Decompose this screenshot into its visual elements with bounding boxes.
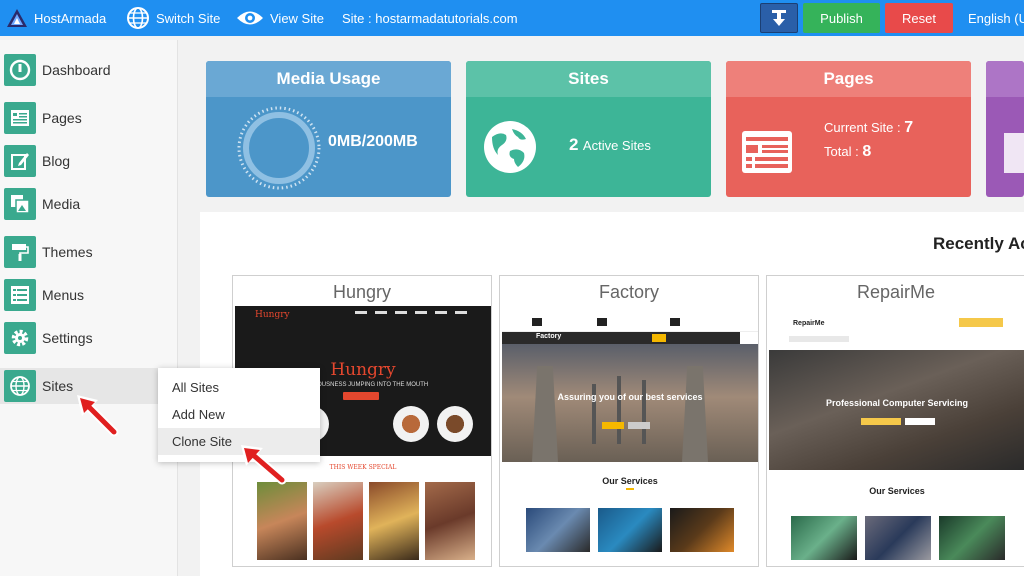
menu-item-add-new[interactable]: Add New [158, 401, 320, 428]
blog-edit-icon [4, 145, 36, 177]
sidebar-item-label: Pages [42, 110, 82, 126]
sidebar-item-label: Settings [42, 330, 93, 346]
sites-card: Sites 2 Active Sites [466, 61, 711, 197]
preview-section: Our Services [602, 476, 658, 486]
recent-heading: Recently Ac [933, 234, 1024, 253]
sidebar-item-settings[interactable]: Settings [0, 320, 178, 356]
publish-button[interactable]: Publish [803, 3, 880, 33]
brand[interactable]: HostArmada [6, 0, 106, 36]
annotation-arrow-icon [241, 445, 287, 485]
sidebar-item-dashboard[interactable]: Dashboard [0, 52, 178, 88]
sidebar-item-label: Blog [42, 153, 71, 169]
preview-section: Our Services [869, 486, 925, 496]
card-title: Media Usage [206, 61, 451, 97]
preview-hero: Professional Computer Servicing [825, 398, 969, 408]
site-tile-factory[interactable]: Factory Factory Assuring you of our best… [499, 275, 759, 567]
media-icon [4, 188, 36, 220]
site-name: Factory [598, 282, 659, 302]
view-site-button[interactable]: View Site [236, 0, 324, 36]
site-name: RepairMe [856, 282, 936, 302]
preview-brand: Factory [536, 333, 562, 340]
menu-list-icon [4, 279, 36, 311]
hostarmada-logo-icon [7, 9, 27, 27]
globe-icon [127, 7, 149, 29]
sidebar-item-menus[interactable]: Menus [0, 277, 178, 313]
dashboard-icon [4, 54, 36, 86]
preview-hero: Assuring you of our best services [557, 392, 703, 402]
total-pages: Total : 8 [824, 143, 872, 160]
site-tile-repairme[interactable]: RepairMe RepairMe Professional Computer … [766, 275, 1024, 567]
sidebar: Dashboard Pages Blog Media Themes Menus [0, 40, 178, 576]
preview-brand: Hungry [255, 310, 290, 320]
globe-icon [4, 370, 36, 402]
pages-layout-icon [742, 131, 792, 173]
card-title: Pages [726, 61, 971, 97]
switch-site-button[interactable]: Switch Site [126, 0, 220, 36]
gear-icon [4, 322, 36, 354]
usage-gauge-icon [237, 106, 321, 190]
top-bar: HostArmada Switch Site View Site Site : … [0, 0, 1024, 36]
current-site-pages: Current Site : 7 [824, 119, 914, 136]
sidebar-item-pages[interactable]: Pages [0, 100, 178, 136]
earth-globe-icon [484, 121, 536, 173]
menu-item-all-sites[interactable]: All Sites [158, 374, 320, 401]
sidebar-item-media[interactable]: Media [0, 186, 178, 222]
preview-brand: RepairMe [793, 320, 825, 327]
brand-name: HostArmada [34, 10, 107, 26]
media-usage-value: 0MB/200MB [328, 133, 418, 150]
partial-card [986, 61, 1024, 197]
switch-site-label: Switch Site [156, 10, 221, 26]
view-site-label: View Site [270, 10, 324, 26]
sidebar-item-label: Menus [42, 287, 85, 303]
pages-icon [4, 102, 36, 134]
active-sites-count: 2 Active Sites [569, 135, 651, 154]
site-name: Hungry [332, 282, 392, 302]
paint-roller-icon [4, 236, 36, 268]
site-preview: Factory Assuring you of our best service… [502, 306, 758, 566]
card-title: Sites [466, 61, 711, 97]
reset-button[interactable]: Reset [885, 3, 953, 33]
sidebar-item-themes[interactable]: Themes [0, 234, 178, 270]
download-button[interactable] [760, 3, 798, 33]
sidebar-item-label: Themes [42, 244, 93, 260]
pages-card: Pages Current Site : 7 Total : 8 [726, 61, 971, 197]
sidebar-item-label: Dashboard [42, 62, 111, 78]
eye-icon [237, 11, 263, 25]
language-selector[interactable]: English (U [968, 0, 1024, 36]
download-arrow-icon [772, 10, 786, 26]
annotation-arrow-icon [77, 395, 119, 437]
media-usage-card: Media Usage 0MB/200MB [206, 61, 451, 197]
sidebar-item-blog[interactable]: Blog [0, 143, 178, 179]
sidebar-item-label: Sites [42, 378, 74, 394]
site-preview: RepairMe Professional Computer Servicing… [769, 306, 1024, 566]
current-site-label: Site : hostarmadatutorials.com [342, 10, 518, 26]
sidebar-item-label: Media [42, 196, 81, 212]
